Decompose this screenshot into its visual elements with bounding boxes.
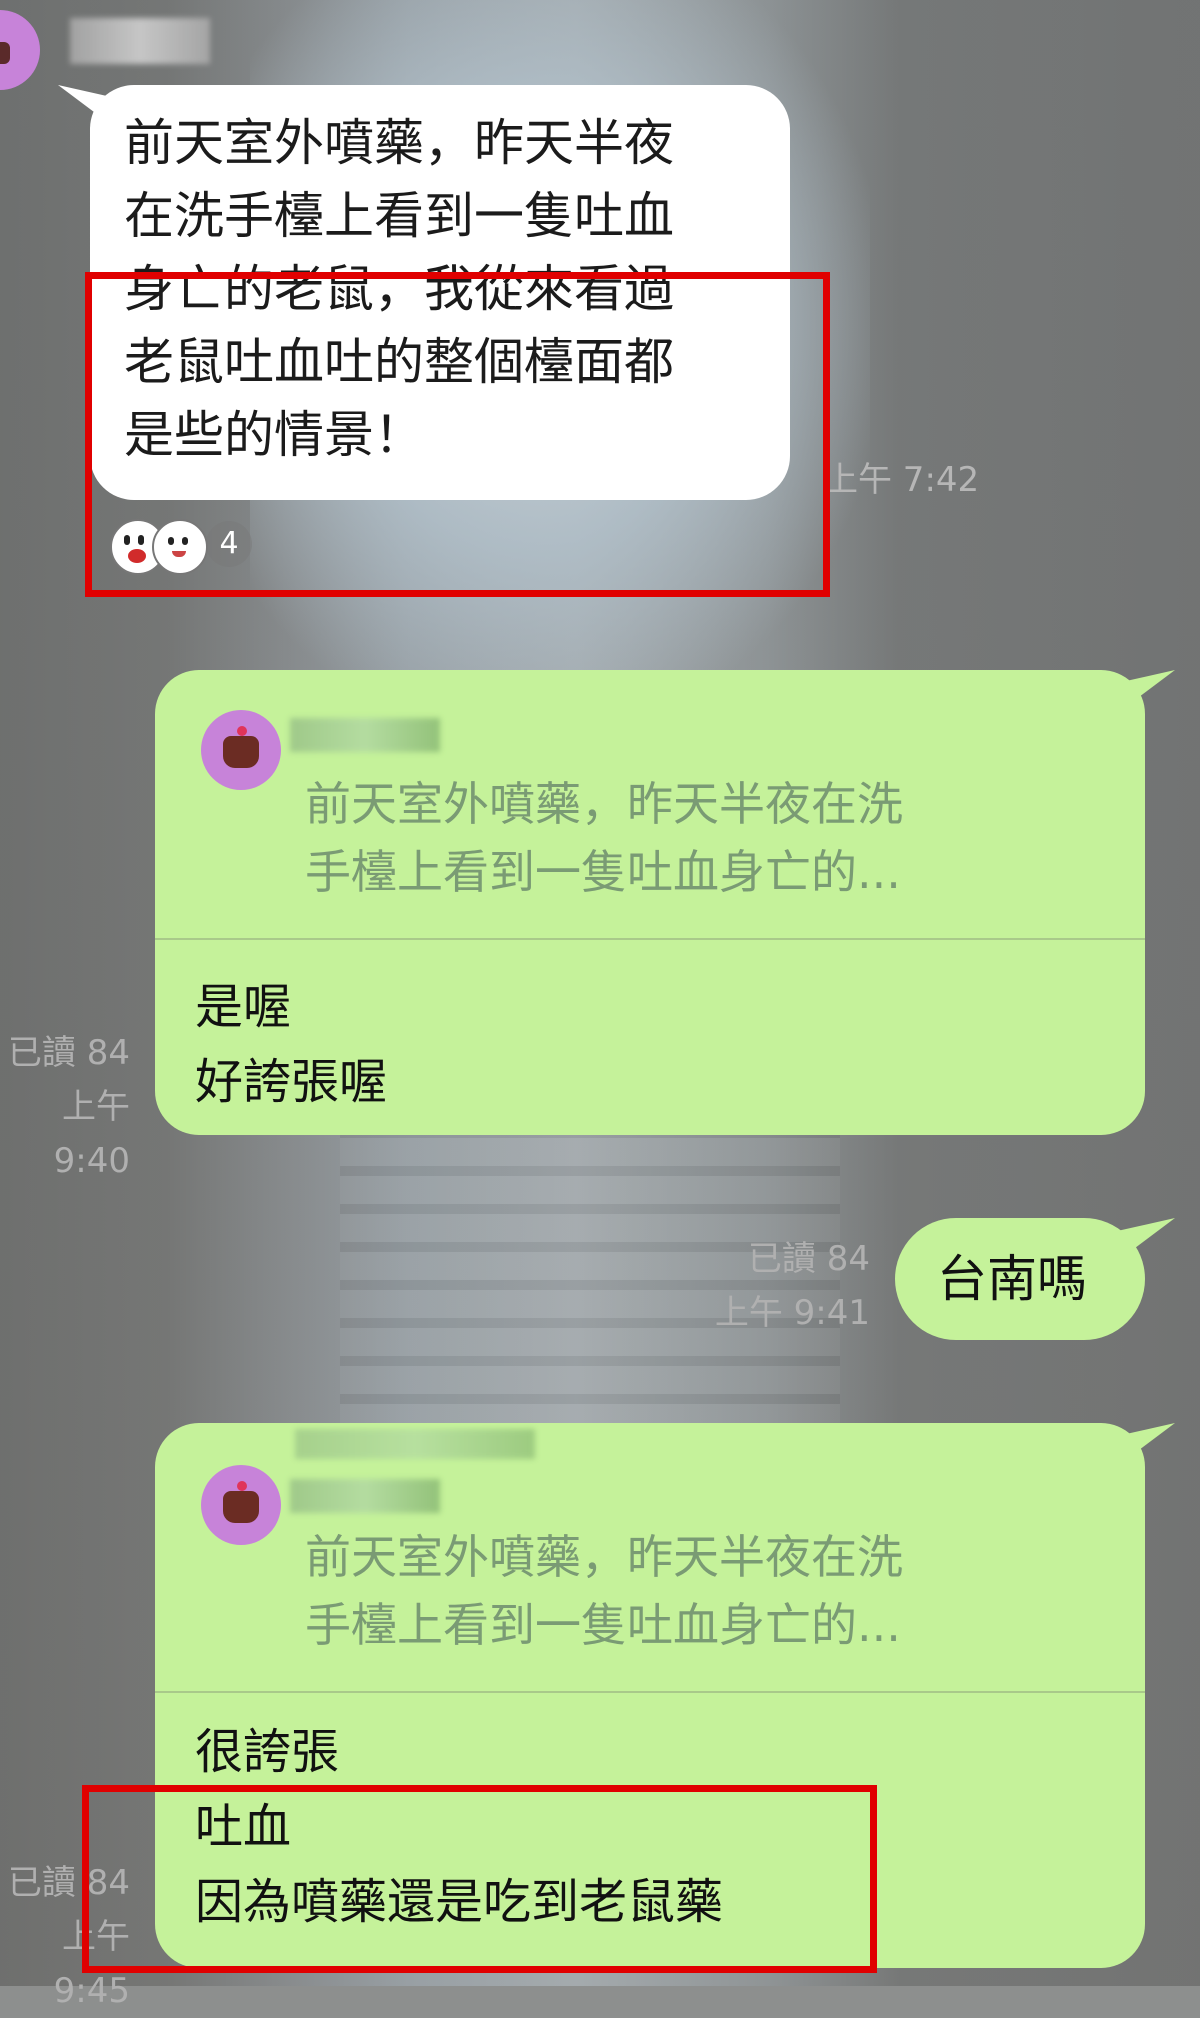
message-time: 上午 9:41	[714, 1293, 870, 1333]
outgoing-reply-bubble-1[interactable]: 前天室外噴藥，昨天半夜在洗 手檯上看到一隻吐血身亡的... 是喔 好誇張喔	[155, 670, 1145, 1135]
msg2-meta: 已讀 84 上午 9:41	[700, 1232, 870, 1340]
outgoing-message-bubble[interactable]: 台南嗎	[895, 1218, 1145, 1340]
incoming-message-time: 上午 7:42	[824, 460, 980, 500]
quoted-sender-avatar	[201, 710, 281, 790]
reply1-meta: 已讀 84 上午 9:40	[0, 1026, 130, 1188]
quoted-sender-name-blurred	[290, 1479, 440, 1513]
sender-name-blurred	[70, 18, 210, 64]
highlight-box-reply	[82, 1785, 877, 1973]
highlight-box-incoming	[85, 272, 830, 597]
quoted-sender-name-blurred	[295, 1429, 535, 1459]
message-time: 上午 9:40	[53, 1087, 130, 1181]
quote-divider	[155, 1691, 1145, 1693]
read-receipt: 已讀 84	[747, 1239, 870, 1279]
quote-divider	[155, 938, 1145, 940]
read-receipt: 已讀 84	[7, 1033, 130, 1073]
quoted-message-text: 前天室外噴藥，昨天半夜在洗 手檯上看到一隻吐血身亡的...	[305, 1530, 903, 1652]
quoted-sender-name-blurred	[290, 718, 440, 752]
reply-message-text: 是喔 好誇張喔	[195, 979, 388, 1110]
quoted-sender-avatar	[201, 1465, 281, 1545]
outgoing-message-text: 台南嗎	[937, 1250, 1087, 1308]
quoted-message-text: 前天室外噴藥，昨天半夜在洗 手檯上看到一隻吐血身亡的...	[305, 777, 903, 899]
